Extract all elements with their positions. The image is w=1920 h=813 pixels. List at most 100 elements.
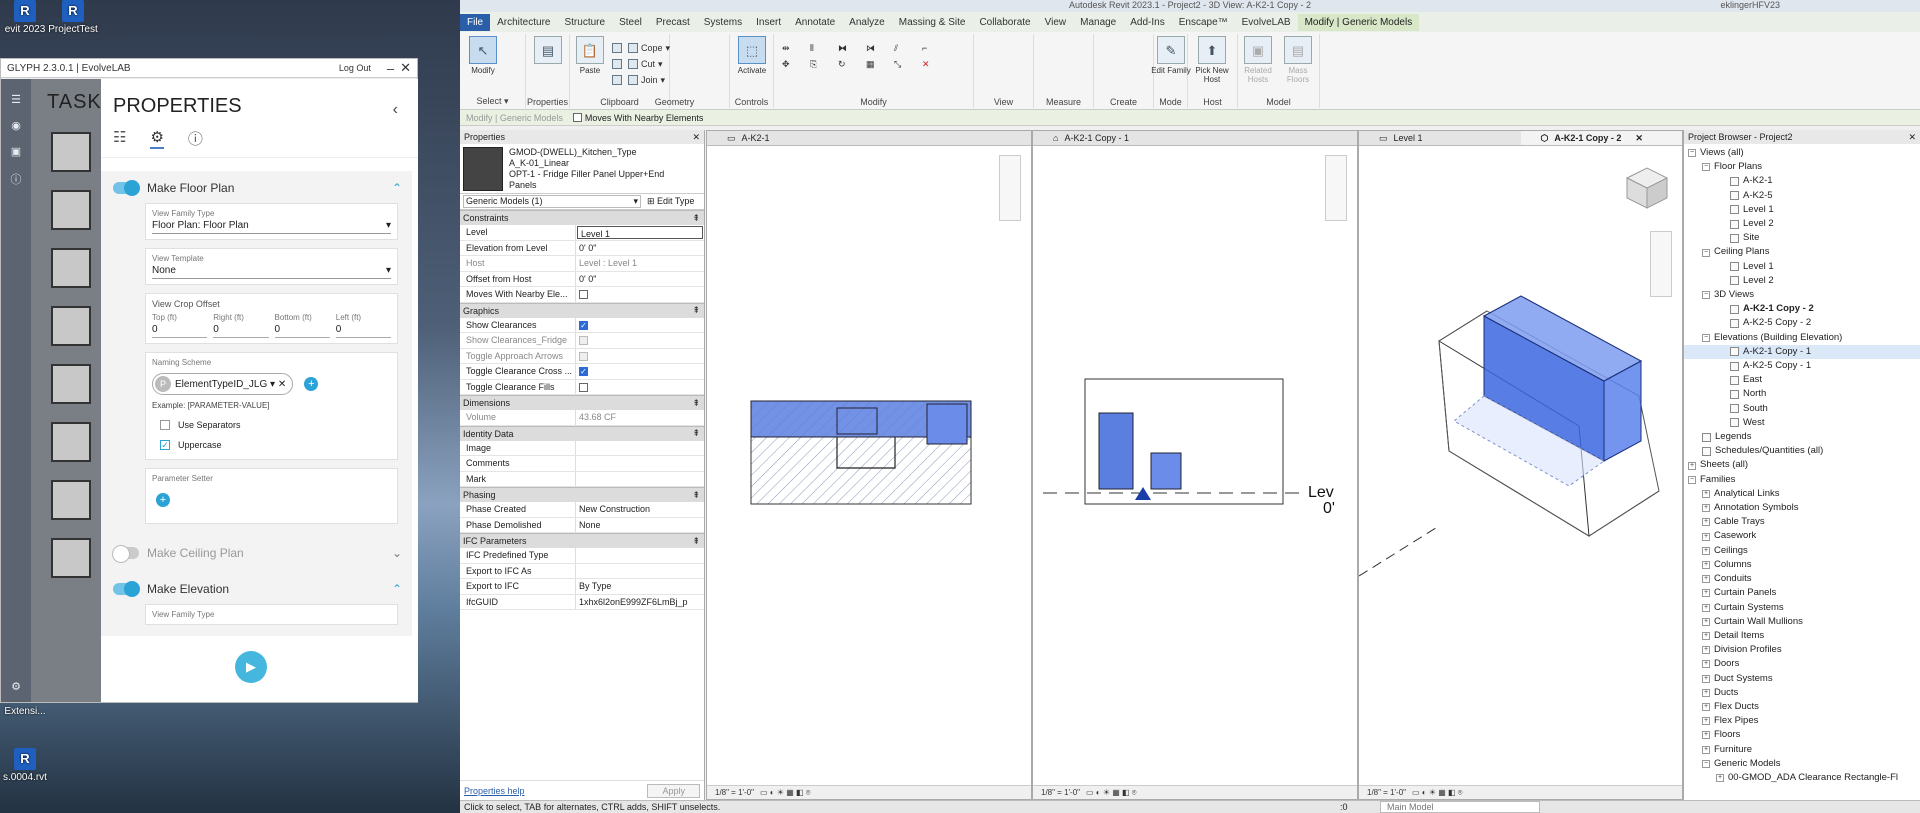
collapse-icon[interactable]: ⇞: [692, 428, 700, 439]
prop-row[interactable]: Moves With Nearby Ele...: [460, 287, 704, 303]
prop-row[interactable]: Level Level 1: [460, 225, 704, 241]
expand-icon[interactable]: +: [1702, 632, 1710, 640]
task-tile[interactable]: [51, 364, 91, 404]
ribbon-tab-view[interactable]: View: [1038, 14, 1074, 31]
expand-icon[interactable]: +: [1702, 560, 1710, 569]
browser-item[interactable]: + Flex Pipes: [1684, 714, 1920, 728]
minimize-icon[interactable]: –: [387, 61, 394, 76]
settings-icon[interactable]: ⚙: [9, 680, 23, 693]
task-tile[interactable]: [51, 538, 91, 578]
add-naming-icon[interactable]: +: [304, 377, 319, 392]
view-icon[interactable]: [1730, 276, 1739, 286]
prop-row[interactable]: Comments: [460, 456, 704, 472]
prop-value[interactable]: [576, 548, 704, 563]
field-value[interactable]: 0: [152, 322, 208, 338]
copy-icon[interactable]: ⎘: [810, 56, 838, 72]
prop-value[interactable]: [576, 472, 704, 487]
elevation-view-family-type-field[interactable]: View Family Type: [145, 604, 398, 625]
browser-item[interactable]: Site: [1684, 231, 1920, 245]
chevron-up-icon[interactable]: ⌃: [392, 181, 402, 195]
collapse-icon[interactable]: −: [1702, 163, 1710, 172]
browser-item[interactable]: + Sheets (all): [1684, 458, 1920, 472]
scale-label[interactable]: 1/8" = 1'-0": [715, 788, 754, 797]
menu-icon[interactable]: ☰: [9, 93, 23, 106]
prop-value[interactable]: 0' 0": [576, 272, 704, 287]
browser-item[interactable]: Level 2: [1684, 274, 1920, 288]
task-tile[interactable]: [51, 132, 91, 172]
run-play-button[interactable]: ▶: [235, 651, 267, 683]
checkbox-icon[interactable]: [572, 113, 582, 122]
expand-icon[interactable]: +: [1702, 731, 1710, 740]
group-dimensions[interactable]: Dimensions ⇞: [460, 395, 704, 410]
browser-item[interactable]: Level 2: [1684, 217, 1920, 231]
split-icon[interactable]: ⫽: [894, 40, 922, 56]
prop-value[interactable]: 1xhx6l2onE999ZF6LmBj_p: [576, 595, 704, 610]
ribbon-tab-steel[interactable]: Steel: [612, 14, 649, 31]
activate-button[interactable]: ⬚ Activate: [732, 36, 772, 75]
delete-icon[interactable]: ✕: [922, 56, 950, 72]
prop-row[interactable]: Phase Demolished None: [460, 517, 704, 533]
collapse-icon[interactable]: ⇞: [692, 305, 700, 316]
prop-row[interactable]: Export to IFC By Type: [460, 579, 704, 595]
desktop-icon-extensions[interactable]: Extensi...: [0, 706, 50, 717]
browser-item[interactable]: − Elevations (Building Elevation): [1684, 331, 1920, 345]
expand-icon[interactable]: +: [1702, 546, 1710, 555]
expand-icon[interactable]: +: [1688, 461, 1696, 470]
view-a-k2-1-copy-1[interactable]: ⌂ A-K2-1 Copy - 1 Lev 0' 1/8" = 1'-0" ▭ ◐ …: [1032, 130, 1358, 800]
task-tile[interactable]: [51, 248, 91, 288]
field-value[interactable]: 0: [274, 322, 330, 338]
ribbon-tab-file[interactable]: File: [460, 13, 491, 31]
prop-value[interactable]: [576, 441, 704, 456]
ribbon-tab-add-ins[interactable]: Add-Ins: [1123, 14, 1171, 31]
group-phasing[interactable]: Phasing ⇞: [460, 487, 704, 502]
view-icon[interactable]: [1730, 191, 1739, 201]
moves-with-nearby-checkbox[interactable]: Moves With Nearby Elements: [572, 113, 703, 123]
view-tab[interactable]: ▭ A-K2-1: [707, 131, 1031, 146]
group-identity[interactable]: Identity Data ⇞: [460, 425, 704, 441]
collapse-icon[interactable]: −: [1702, 248, 1710, 257]
expand-icon[interactable]: +: [1702, 703, 1710, 712]
prop-value[interactable]: None: [576, 518, 704, 533]
ribbon-tab-analyze[interactable]: Analyze: [842, 14, 892, 31]
task-tile[interactable]: [51, 422, 91, 462]
task-tile[interactable]: [51, 306, 91, 346]
type-selector[interactable]: GMOD-(DWELL)_Kitchen_Type A_K-01_Linear …: [460, 144, 704, 194]
browser-item[interactable]: A-K2-5 Copy - 1: [1684, 359, 1920, 373]
view-controls-icons[interactable]: ▭ ◐ ☀ ▦ ◧ ⌾: [760, 788, 811, 798]
expand-icon[interactable]: +: [1702, 688, 1710, 697]
info-icon[interactable]: ⓘ: [188, 128, 203, 149]
top-offset-field[interactable]: Top (ft) 0: [152, 313, 208, 338]
view-icon[interactable]: [1730, 262, 1739, 272]
field-value[interactable]: 0: [335, 322, 391, 338]
ribbon-tab-insert[interactable]: Insert: [749, 14, 788, 31]
view-tab-3d[interactable]: ⬡ A-K2-1 Copy - 2 ✕: [1520, 131, 1682, 146]
browser-item[interactable]: + Doors: [1684, 657, 1920, 671]
browser-item[interactable]: − Views (all): [1684, 146, 1920, 160]
browser-item[interactable]: A-K2-1: [1684, 174, 1920, 188]
edit-type-button[interactable]: ⊞ Edit Type: [647, 196, 694, 207]
browser-item[interactable]: + Ceilings: [1684, 544, 1920, 558]
view-controls-icons[interactable]: ▭ ◐ ☀ ▦ ◧ ⌾: [1086, 788, 1137, 798]
expand-icon[interactable]: +: [1702, 489, 1710, 498]
collapse-icon[interactable]: ⇞: [692, 536, 700, 547]
browser-item[interactable]: A-K2-5: [1684, 189, 1920, 203]
expand-icon[interactable]: +: [1716, 774, 1724, 783]
image-icon[interactable]: ▣: [9, 145, 23, 158]
related-hosts-button[interactable]: ▣ Related Hosts: [1238, 36, 1278, 84]
chevron-up-icon[interactable]: ⌃: [392, 582, 402, 596]
prop-row[interactable]: Export to IFC As: [460, 563, 704, 579]
task-tile[interactable]: [51, 480, 91, 520]
browser-item[interactable]: North: [1684, 387, 1920, 401]
ribbon-tab-systems[interactable]: Systems: [697, 14, 749, 31]
elevation-toggle[interactable]: [113, 581, 140, 597]
browser-item[interactable]: West: [1684, 416, 1920, 430]
browser-item[interactable]: + Annotation Symbols: [1684, 501, 1920, 515]
view-icon[interactable]: [1730, 347, 1739, 357]
view-icon[interactable]: [1730, 177, 1739, 186]
collapse-icon[interactable]: ⇞: [692, 490, 700, 501]
browser-item[interactable]: − Families: [1684, 473, 1920, 487]
view-template-field[interactable]: View Template None ▾: [145, 248, 398, 285]
view-a-k2-1[interactable]: ▭ A-K2-1 1/8" = 1'-0" ▭ ◐ ☀ ▦ ◧ ⌾: [706, 130, 1032, 800]
group-graphics[interactable]: Graphics ⇞: [460, 302, 704, 318]
view-icon[interactable]: [1730, 404, 1739, 414]
